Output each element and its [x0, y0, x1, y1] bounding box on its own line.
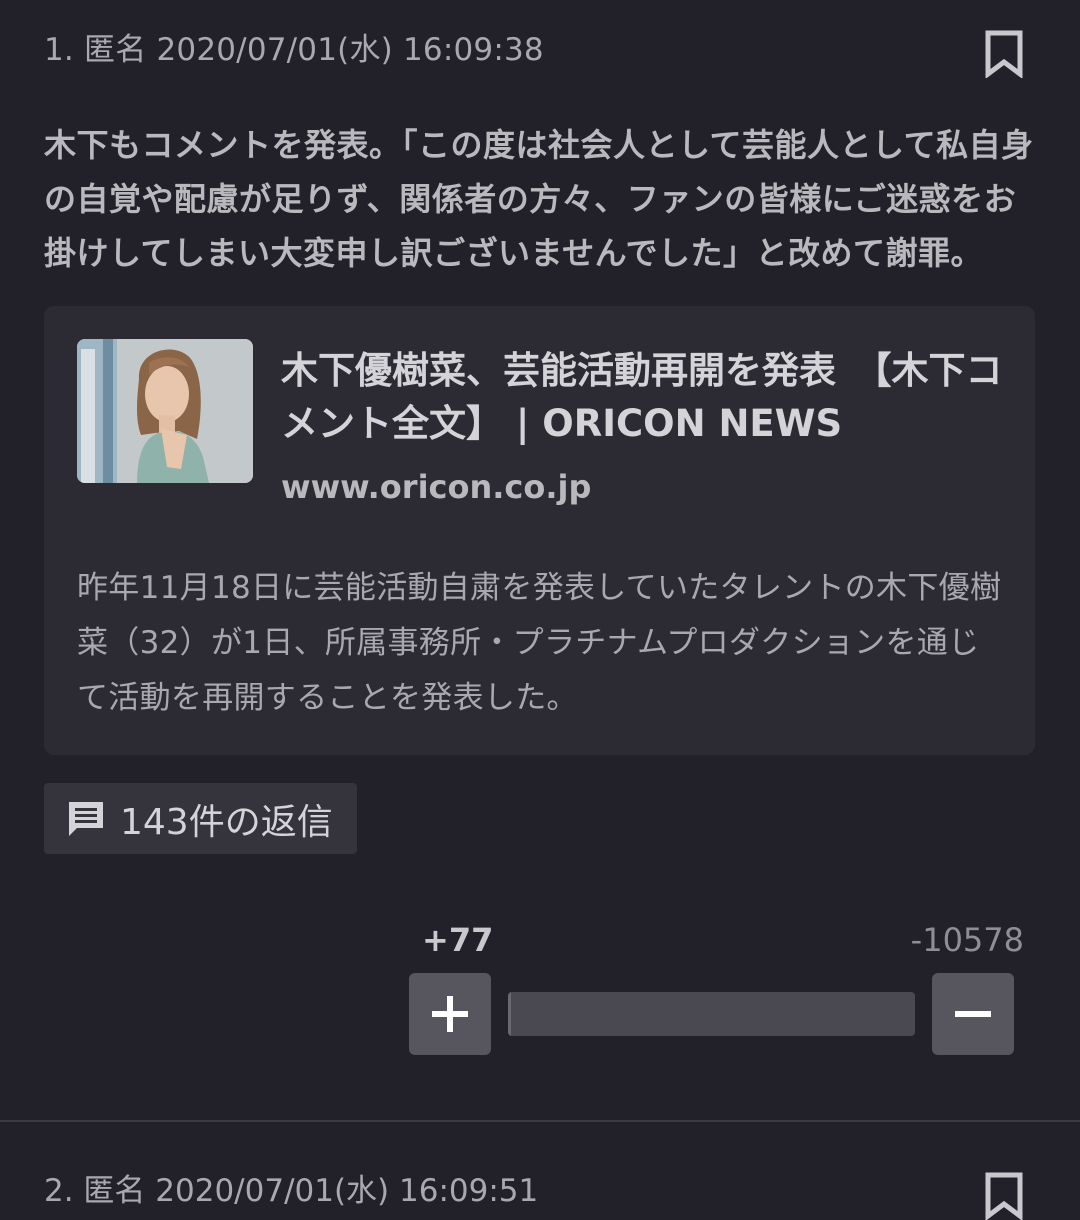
minus-vote-count: -10578 [910, 921, 1024, 959]
minus-vote-button[interactable] [932, 973, 1014, 1055]
next-post-header: 2. 匿名 2020/07/01(水) 16:09:51 [44, 1173, 539, 1209]
bookmark-icon[interactable] [984, 1172, 1024, 1220]
plus-vote-count: +77 [422, 921, 494, 959]
vote-ratio-bar [508, 992, 915, 1036]
article-title[interactable]: 木下優樹菜、芸能活動再開を発表 【木下コメント全文】 | ORICON NEWS [281, 344, 1011, 450]
comment-body: 木下もコメントを発表。「この度は社会人として芸能人として私自身の自覚や配慮が足り… [44, 126, 1034, 272]
article-thumbnail[interactable] [77, 339, 253, 483]
post-header: 1. 匿名 2020/07/01(水) 16:09:38 [44, 32, 544, 68]
article-domain: www.oricon.co.jp [281, 468, 592, 506]
replies-label: 143件の返信 [120, 801, 333, 843]
plus-vote-button[interactable] [409, 973, 491, 1055]
post-divider [0, 1120, 1080, 1122]
minus-icon [955, 1011, 991, 1017]
article-description: 昨年11月18日に芸能活動自粛を発表していたタレントの木下優樹菜（32）が1日、… [77, 570, 1002, 716]
vote-ratio-fill [508, 992, 511, 1036]
link-card[interactable]: 木下優樹菜、芸能活動再開を発表 【木下コメント全文】 | ORICON NEWS… [44, 306, 1035, 755]
comment-icon [69, 801, 103, 836]
bookmark-icon[interactable] [984, 30, 1024, 78]
plus-icon [432, 996, 468, 1032]
replies-button[interactable]: 143件の返信 [44, 783, 357, 854]
